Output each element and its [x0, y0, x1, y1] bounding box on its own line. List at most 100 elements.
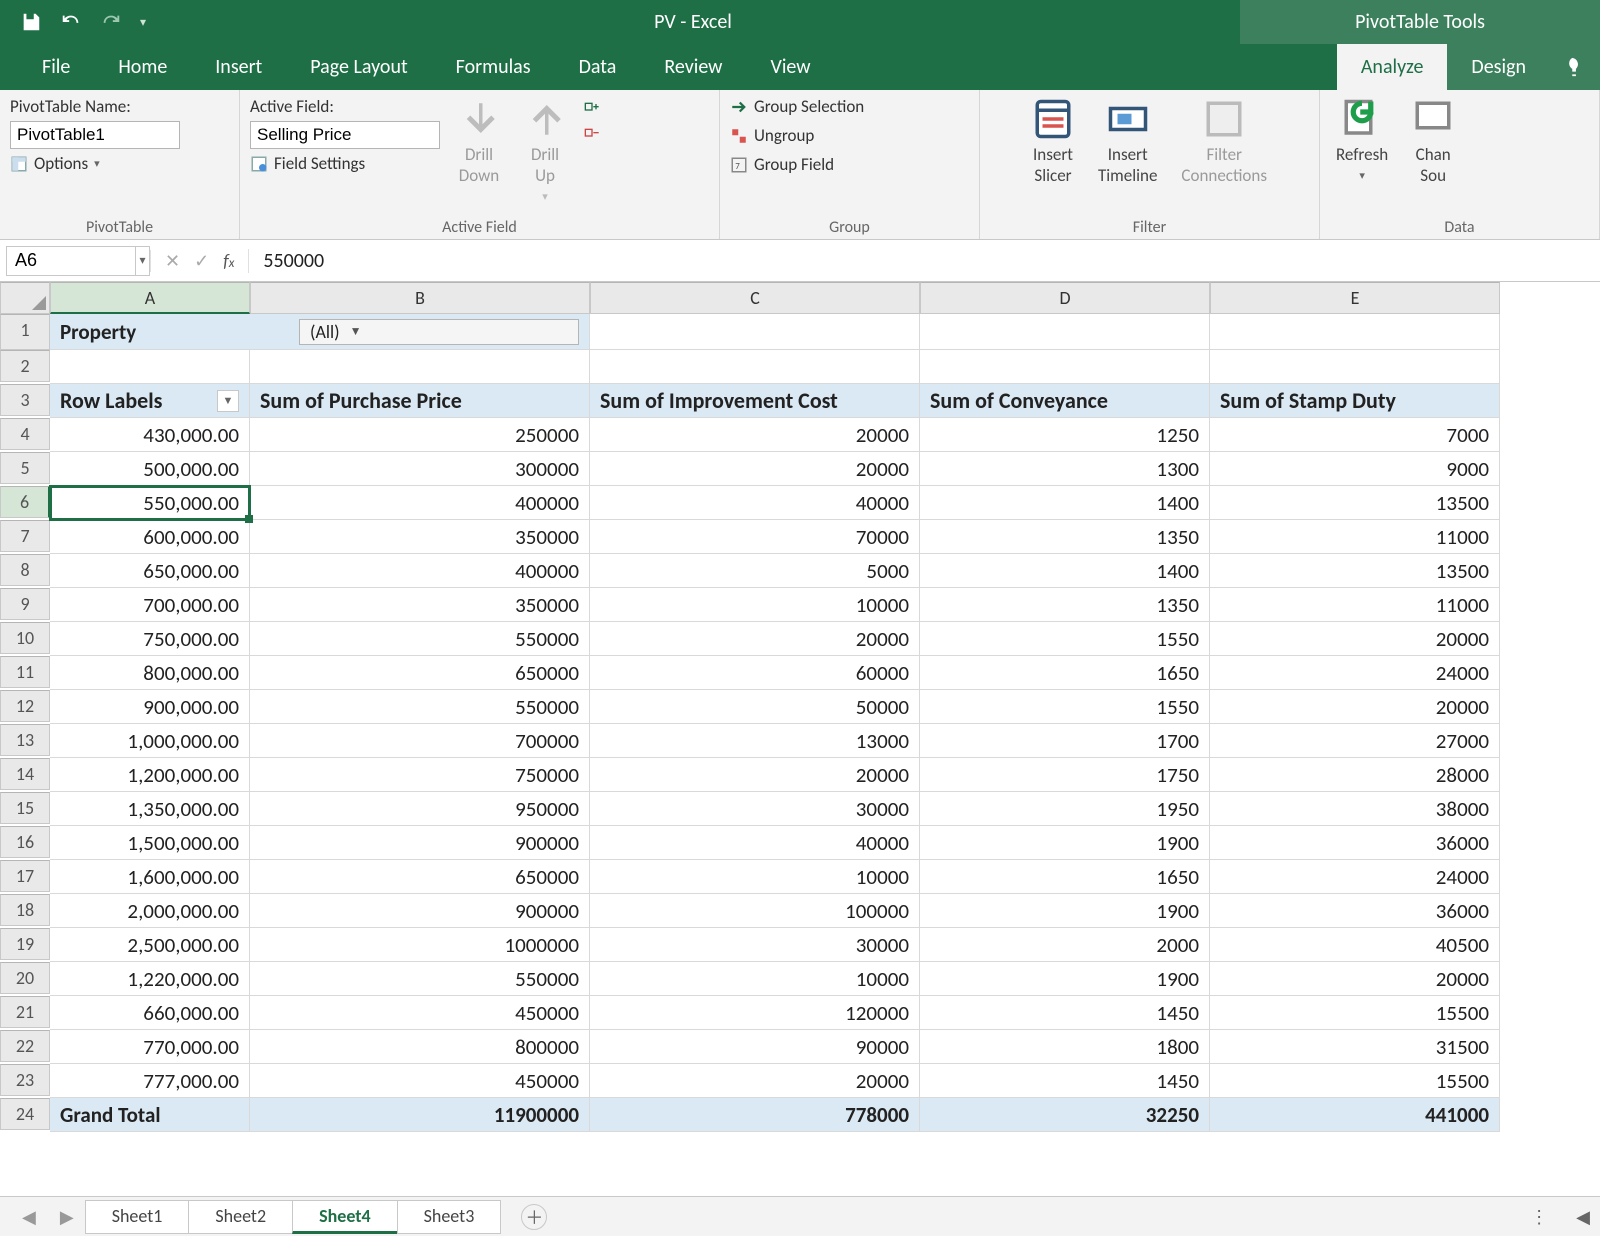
- row-header[interactable]: 10: [0, 622, 50, 654]
- value-cell[interactable]: 250000: [250, 418, 590, 452]
- value-header[interactable]: Sum of Conveyance: [920, 384, 1210, 418]
- value-cell[interactable]: 20000: [590, 1064, 920, 1098]
- value-cell[interactable]: 31500: [1210, 1030, 1500, 1064]
- value-cell[interactable]: 1950: [920, 792, 1210, 826]
- row-label-cell[interactable]: 500,000.00: [50, 452, 250, 486]
- name-box-dropdown[interactable]: ▾: [136, 246, 150, 276]
- row-labels-dropdown[interactable]: ▼: [217, 390, 239, 412]
- value-cell[interactable]: 40000: [590, 486, 920, 520]
- empty-cell[interactable]: [590, 350, 920, 384]
- value-cell[interactable]: 1300: [920, 452, 1210, 486]
- group-field-button[interactable]: 7 Group Field: [730, 154, 864, 175]
- row-header[interactable]: 6: [0, 486, 50, 518]
- value-cell[interactable]: 1350: [920, 520, 1210, 554]
- sheet-nav-prev-icon[interactable]: ◀: [10, 1206, 48, 1228]
- value-cell[interactable]: 900000: [250, 826, 590, 860]
- value-cell[interactable]: 11000: [1210, 520, 1500, 554]
- value-cell[interactable]: 400000: [250, 554, 590, 588]
- empty-cell[interactable]: [1210, 314, 1500, 350]
- value-cell[interactable]: 60000: [590, 656, 920, 690]
- value-cell[interactable]: 650000: [250, 656, 590, 690]
- value-cell[interactable]: 120000: [590, 996, 920, 1030]
- row-header[interactable]: 23: [0, 1064, 50, 1096]
- tab-design[interactable]: Design: [1447, 44, 1550, 90]
- value-cell[interactable]: 1900: [920, 826, 1210, 860]
- tab-data[interactable]: Data: [555, 44, 641, 90]
- value-cell[interactable]: 1550: [920, 622, 1210, 656]
- value-cell[interactable]: 450000: [250, 996, 590, 1030]
- value-header[interactable]: Sum of Stamp Duty: [1210, 384, 1500, 418]
- pivottable-name-input[interactable]: [10, 121, 180, 149]
- row-label-cell[interactable]: 1,500,000.00: [50, 826, 250, 860]
- value-cell[interactable]: 24000: [1210, 860, 1500, 894]
- value-cell[interactable]: 1450: [920, 1064, 1210, 1098]
- row-label-cell[interactable]: 1,200,000.00: [50, 758, 250, 792]
- value-cell[interactable]: 36000: [1210, 894, 1500, 928]
- value-cell[interactable]: 15500: [1210, 996, 1500, 1030]
- name-box[interactable]: [6, 246, 136, 276]
- row-header[interactable]: 14: [0, 758, 50, 790]
- row-header[interactable]: 24: [0, 1098, 50, 1130]
- empty-cell[interactable]: [920, 314, 1210, 350]
- value-cell[interactable]: 7000: [1210, 418, 1500, 452]
- value-cell[interactable]: 750000: [250, 758, 590, 792]
- value-cell[interactable]: 30000: [590, 792, 920, 826]
- sheet-tab[interactable]: Sheet1: [85, 1200, 190, 1234]
- column-header[interactable]: B: [250, 282, 590, 314]
- page-field[interactable]: Property(All)▼: [50, 314, 590, 350]
- insert-slicer-button[interactable]: Insert Slicer: [1026, 96, 1080, 188]
- row-header[interactable]: 18: [0, 894, 50, 926]
- value-header[interactable]: Sum of Purchase Price: [250, 384, 590, 418]
- value-cell[interactable]: 15500: [1210, 1064, 1500, 1098]
- select-all-corner[interactable]: [0, 282, 50, 314]
- empty-cell[interactable]: [250, 350, 590, 384]
- value-cell[interactable]: 10000: [590, 588, 920, 622]
- value-cell[interactable]: 40000: [590, 826, 920, 860]
- row-label-cell[interactable]: 1,000,000.00: [50, 724, 250, 758]
- value-cell[interactable]: 1250: [920, 418, 1210, 452]
- value-cell[interactable]: 30000: [590, 928, 920, 962]
- value-cell[interactable]: 9000: [1210, 452, 1500, 486]
- row-label-cell[interactable]: 2,500,000.00: [50, 928, 250, 962]
- sheet-tab[interactable]: Sheet2: [188, 1200, 293, 1234]
- grand-total-value[interactable]: 441000: [1210, 1098, 1500, 1132]
- sheet-options-icon[interactable]: ⋮: [1514, 1206, 1566, 1228]
- row-header[interactable]: 11: [0, 656, 50, 688]
- value-cell[interactable]: 1400: [920, 486, 1210, 520]
- row-header[interactable]: 1: [0, 314, 50, 350]
- row-header[interactable]: 20: [0, 962, 50, 994]
- insert-timeline-button[interactable]: Insert Timeline: [1092, 96, 1163, 188]
- row-header[interactable]: 9: [0, 588, 50, 620]
- value-cell[interactable]: 20000: [1210, 622, 1500, 656]
- row-header[interactable]: 13: [0, 724, 50, 756]
- value-cell[interactable]: 550000: [250, 622, 590, 656]
- row-label-cell[interactable]: 1,220,000.00: [50, 962, 250, 996]
- hscroll-left-icon[interactable]: ◀: [1566, 1206, 1600, 1228]
- row-label-cell[interactable]: 2,000,000.00: [50, 894, 250, 928]
- value-cell[interactable]: 550000: [250, 690, 590, 724]
- value-cell[interactable]: 100000: [590, 894, 920, 928]
- value-cell[interactable]: 13000: [590, 724, 920, 758]
- row-header[interactable]: 5: [0, 452, 50, 484]
- row-header[interactable]: 21: [0, 996, 50, 1028]
- spreadsheet-grid[interactable]: ABCDE1Property(All)▼23Row Labels▼Sum of …: [0, 282, 1600, 1132]
- row-label-cell[interactable]: 1,600,000.00: [50, 860, 250, 894]
- ungroup-button[interactable]: Ungroup: [730, 125, 864, 146]
- sheet-nav-next-icon[interactable]: ▶: [48, 1206, 86, 1228]
- tab-view[interactable]: View: [746, 44, 834, 90]
- row-label-cell[interactable]: 550,000.00: [50, 486, 250, 520]
- row-header[interactable]: 22: [0, 1030, 50, 1062]
- value-cell[interactable]: 11000: [1210, 588, 1500, 622]
- grand-total-value[interactable]: 32250: [920, 1098, 1210, 1132]
- value-cell[interactable]: 550000: [250, 962, 590, 996]
- row-label-cell[interactable]: 430,000.00: [50, 418, 250, 452]
- column-header[interactable]: D: [920, 282, 1210, 314]
- value-cell[interactable]: 10000: [590, 860, 920, 894]
- sheet-tab[interactable]: Sheet4: [292, 1200, 398, 1234]
- pivottable-options-button[interactable]: Options ▾: [10, 153, 180, 174]
- grand-total-value[interactable]: 11900000: [250, 1098, 590, 1132]
- value-cell[interactable]: 40500: [1210, 928, 1500, 962]
- value-cell[interactable]: 10000: [590, 962, 920, 996]
- value-cell[interactable]: 900000: [250, 894, 590, 928]
- value-cell[interactable]: 950000: [250, 792, 590, 826]
